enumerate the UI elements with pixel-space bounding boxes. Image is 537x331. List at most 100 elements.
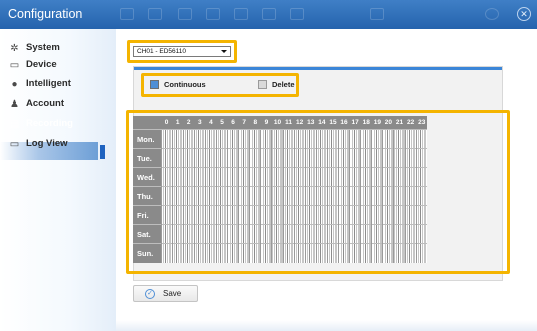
schedule-slot[interactable] xyxy=(326,167,339,187)
schedule-slot[interactable] xyxy=(393,205,406,225)
hour-header[interactable]: 20 xyxy=(382,116,394,130)
schedule-slot[interactable] xyxy=(393,243,406,263)
schedule-slot[interactable] xyxy=(371,224,383,244)
schedule-slot[interactable] xyxy=(349,148,361,168)
schedule-slot[interactable] xyxy=(337,186,350,206)
schedule-slot[interactable] xyxy=(215,224,228,244)
day-header[interactable]: Thu. xyxy=(133,186,161,206)
save-button[interactable]: ✓ Save xyxy=(133,285,198,302)
schedule-slot[interactable] xyxy=(304,186,317,206)
schedule-slot[interactable] xyxy=(382,243,394,263)
schedule-slot[interactable] xyxy=(326,186,339,206)
schedule-slot[interactable] xyxy=(182,186,195,206)
hour-header[interactable]: 23 xyxy=(416,116,428,130)
hour-header[interactable]: 4 xyxy=(205,116,217,130)
schedule-slot[interactable] xyxy=(315,243,328,263)
schedule-slot[interactable] xyxy=(260,224,272,244)
schedule-slot[interactable] xyxy=(282,148,295,168)
schedule-slot[interactable] xyxy=(360,186,372,206)
schedule-slot[interactable] xyxy=(204,205,217,225)
schedule-slot[interactable] xyxy=(204,167,217,187)
schedule-slot[interactable] xyxy=(371,167,383,187)
schedule-slot[interactable] xyxy=(360,129,372,149)
hour-header[interactable]: 2 xyxy=(183,116,195,130)
schedule-slot[interactable] xyxy=(160,186,173,206)
schedule-slot[interactable] xyxy=(227,167,239,187)
schedule-slot[interactable] xyxy=(271,243,284,263)
schedule-slot[interactable] xyxy=(193,167,206,187)
schedule-slot[interactable] xyxy=(382,205,394,225)
schedule-slot[interactable] xyxy=(260,243,272,263)
schedule-slot[interactable] xyxy=(193,129,206,149)
schedule-slot[interactable] xyxy=(204,148,217,168)
schedule-slot[interactable] xyxy=(215,205,228,225)
schedule-slot[interactable] xyxy=(171,205,184,225)
schedule-slot[interactable] xyxy=(326,205,339,225)
schedule-slot[interactable] xyxy=(415,148,428,168)
day-header[interactable]: Sat. xyxy=(133,224,161,244)
schedule-slot[interactable] xyxy=(215,186,228,206)
sidebar-item-log-view[interactable]: ▭ Log View xyxy=(9,137,114,153)
schedule-slot[interactable] xyxy=(238,148,250,168)
schedule-slot[interactable] xyxy=(415,224,428,244)
hour-header[interactable]: 3 xyxy=(194,116,206,130)
schedule-slot[interactable] xyxy=(238,129,250,149)
hour-header[interactable]: 5 xyxy=(216,116,228,130)
schedule-slot[interactable] xyxy=(171,129,184,149)
hour-header[interactable]: 1 xyxy=(172,116,184,130)
schedule-slot[interactable] xyxy=(260,129,272,149)
schedule-slot[interactable] xyxy=(171,243,184,263)
schedule-slot[interactable] xyxy=(326,243,339,263)
schedule-slot[interactable] xyxy=(171,167,184,187)
schedule-slot[interactable] xyxy=(282,167,295,187)
schedule-slot[interactable] xyxy=(371,186,383,206)
schedule-slot[interactable] xyxy=(249,205,261,225)
schedule-slot[interactable] xyxy=(215,167,228,187)
schedule-slot[interactable] xyxy=(393,186,406,206)
schedule-slot[interactable] xyxy=(260,186,272,206)
schedule-slot[interactable] xyxy=(182,148,195,168)
schedule-slot[interactable] xyxy=(238,243,250,263)
schedule-slot[interactable] xyxy=(293,186,306,206)
schedule-slot[interactable] xyxy=(393,224,406,244)
schedule-slot[interactable] xyxy=(171,186,184,206)
schedule-slot[interactable] xyxy=(371,205,383,225)
schedule-slot[interactable] xyxy=(282,129,295,149)
hour-header[interactable]: 10 xyxy=(271,116,284,130)
schedule-slot[interactable] xyxy=(360,224,372,244)
schedule-slot[interactable] xyxy=(404,186,417,206)
schedule-slot[interactable] xyxy=(249,186,261,206)
hour-header[interactable]: 8 xyxy=(249,116,261,130)
schedule-slot[interactable] xyxy=(271,148,284,168)
schedule-slot[interactable] xyxy=(315,224,328,244)
schedule-slot[interactable] xyxy=(404,129,417,149)
schedule-slot[interactable] xyxy=(204,129,217,149)
day-header[interactable]: Fri. xyxy=(133,205,161,225)
schedule-slot[interactable] xyxy=(304,243,317,263)
hour-header[interactable]: 16 xyxy=(338,116,350,130)
schedule-slot[interactable] xyxy=(304,148,317,168)
schedule-slot[interactable] xyxy=(238,186,250,206)
schedule-slot[interactable] xyxy=(238,224,250,244)
sidebar-item-device[interactable]: ▭ Device xyxy=(9,58,114,74)
schedule-slot[interactable] xyxy=(337,129,350,149)
schedule-slot[interactable] xyxy=(315,129,328,149)
schedule-slot[interactable] xyxy=(326,129,339,149)
day-header[interactable]: Wed. xyxy=(133,167,161,187)
schedule-slot[interactable] xyxy=(182,205,195,225)
close-icon[interactable]: ✕ xyxy=(517,7,531,21)
schedule-slot[interactable] xyxy=(315,186,328,206)
schedule-slot[interactable] xyxy=(282,186,295,206)
schedule-slot[interactable] xyxy=(182,224,195,244)
schedule-slot[interactable] xyxy=(293,243,306,263)
schedule-slot[interactable] xyxy=(304,167,317,187)
schedule-slot[interactable] xyxy=(315,167,328,187)
schedule-slot[interactable] xyxy=(271,129,284,149)
schedule-slot[interactable] xyxy=(404,243,417,263)
channel-select[interactable]: CH01 - ED56110 xyxy=(133,46,231,57)
sidebar-item-system[interactable]: ✲ System xyxy=(9,41,114,57)
schedule-slot[interactable] xyxy=(382,129,394,149)
schedule-slot[interactable] xyxy=(215,243,228,263)
schedule-slot[interactable] xyxy=(193,186,206,206)
schedule-slot[interactable] xyxy=(182,129,195,149)
